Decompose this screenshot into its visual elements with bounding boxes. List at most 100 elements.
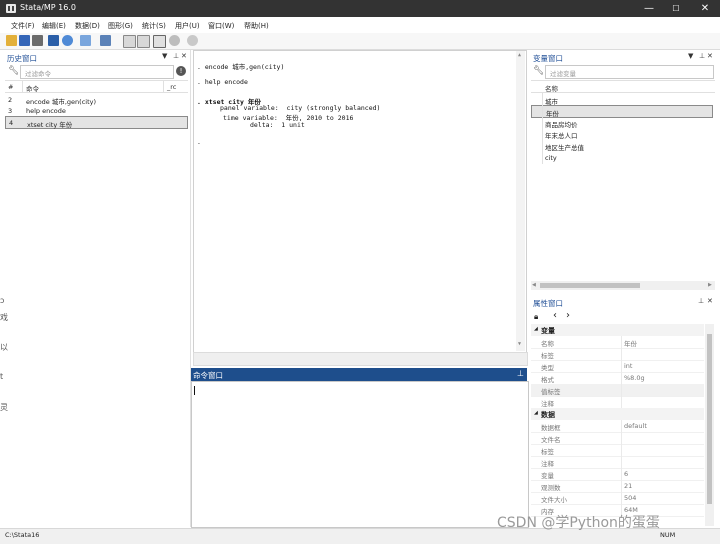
wrench-icon[interactable]: 🔧︎ [533, 66, 544, 76]
log-icon[interactable] [48, 35, 59, 46]
num-lock-indicator: NUM [660, 531, 676, 539]
history-title: 历史窗口 [7, 54, 37, 63]
background-fragment: 以 [0, 343, 8, 352]
background-fragment: 灵 [0, 403, 8, 412]
close-pane-icon[interactable]: ✕ [707, 52, 713, 60]
properties-pane-title-bar: 属性窗口 ⊥ ✕ [531, 296, 715, 308]
history-row-selected[interactable]: 4 xtset city 年份 [5, 116, 188, 129]
open-icon[interactable] [6, 35, 17, 46]
variables-hscrollbar[interactable]: ◀ ▶ [531, 281, 715, 290]
divider [163, 81, 164, 92]
more-icon[interactable] [169, 35, 180, 46]
scroll-down-icon[interactable]: ▼ [518, 341, 521, 347]
history-row-command: help encode [26, 107, 66, 115]
maximize-button[interactable]: ☐ [663, 0, 689, 17]
scroll-left-icon[interactable]: ◀ [532, 282, 536, 288]
lock-icon[interactable]: 🔒︎ [534, 312, 538, 322]
pin-icon[interactable]: ⊥ [173, 52, 179, 60]
command-input[interactable] [191, 381, 529, 528]
viewer-icon[interactable] [62, 35, 73, 46]
background-fragment: 戏 [0, 313, 8, 322]
close-pane-icon[interactable]: ✕ [707, 297, 713, 305]
wrench-icon[interactable]: 🔧︎ [8, 66, 19, 76]
close-pane-icon[interactable]: ✕ [181, 52, 187, 60]
break-icon[interactable] [187, 35, 198, 46]
variable-name: 年末总人口 [545, 132, 578, 140]
scroll-right-icon[interactable]: ▶ [708, 282, 712, 288]
divider [531, 80, 715, 81]
properties-section-data[interactable]: ◢ 数据 [531, 408, 704, 420]
result-line: panel variable: city (strongly balanced) [220, 104, 381, 112]
menu-user[interactable]: 用户(U) [175, 21, 200, 31]
variable-row[interactable]: 年末总人口 [531, 128, 713, 140]
history-pane-title-bar: 历史窗口 ▼ ⊥ ✕ [5, 51, 188, 63]
variables-manager-icon[interactable] [153, 35, 166, 48]
command-pane-title-bar: 命令窗口 ⊥ [191, 368, 527, 381]
result-line: . help encode [197, 78, 248, 86]
info-icon[interactable]: ! [176, 66, 186, 76]
results-hscrollbar[interactable] [193, 352, 528, 366]
menu-help[interactable]: 帮助(H) [244, 21, 269, 31]
result-line: . encode 城市,gen(city) [197, 63, 285, 71]
history-row-number: 4 [9, 119, 14, 127]
properties-section-variable[interactable]: ◢ 变量 [531, 324, 704, 336]
menu-window[interactable]: 窗口(W) [208, 21, 234, 31]
stata-app-icon [6, 4, 16, 13]
minimize-button[interactable]: — [636, 0, 662, 17]
history-row-command: xtset city 年份 [27, 121, 73, 129]
scroll-up-icon[interactable]: ▲ [518, 52, 521, 58]
history-col-rc[interactable]: _rc [167, 83, 176, 91]
menu-statistics[interactable]: 统计(S) [142, 21, 166, 31]
close-button[interactable]: ✕ [692, 0, 718, 17]
pin-icon[interactable]: ⊥ [699, 52, 705, 60]
properties-scrollbar[interactable] [705, 324, 714, 526]
filter-icon[interactable]: ▼ [688, 52, 693, 60]
history-row[interactable]: 3 help encode [5, 105, 188, 116]
print-icon[interactable] [32, 35, 43, 46]
history-col-number[interactable]: # [8, 83, 13, 91]
watermark: CSDN @学Python的蛋蛋 [497, 515, 660, 531]
history-filter-input[interactable]: 过滤命令 [20, 65, 174, 79]
variables-filter-input[interactable]: 过滤变量 [545, 65, 714, 79]
variables-pane-title-bar: 变量窗口 ▼ ⊥ ✕ [531, 51, 715, 63]
variable-row[interactable]: 商品房均价 [531, 117, 713, 129]
results-window[interactable]: . encode 城市,gen(city) . help encode . xt… [193, 50, 527, 353]
forward-arrow-icon[interactable]: › [566, 310, 570, 321]
data-browser-icon[interactable] [137, 35, 150, 48]
menu-edit[interactable]: 编辑(E) [42, 21, 66, 31]
variables-title: 变量窗口 [533, 54, 563, 63]
graph-icon[interactable] [80, 35, 91, 46]
pin-icon[interactable]: ⊥ [517, 369, 524, 378]
background-fragment: t [0, 372, 4, 381]
menu-file[interactable]: 文件(F) [11, 21, 35, 31]
menu-bar: 文件(F) 编辑(E) 数据(D) 图形(G) 统计(S) 用户(U) 窗口(W… [0, 17, 720, 34]
title-bar: Stata/MP 16.0 — ☐ ✕ [0, 0, 720, 17]
scroll-thumb[interactable] [540, 283, 640, 288]
history-row[interactable]: 2 encode 城市,gen(city) [5, 94, 188, 106]
window-title: Stata/MP 16.0 [20, 3, 76, 12]
divider [22, 81, 23, 92]
divider [5, 80, 188, 81]
variable-name: city [545, 154, 557, 162]
result-line: . [197, 138, 201, 146]
working-directory: C:\Stata16 [5, 531, 40, 539]
variable-name: 地区生产总值 [545, 144, 584, 152]
menu-data[interactable]: 数据(D) [75, 21, 100, 31]
back-arrow-icon[interactable]: ‹ [553, 310, 557, 321]
variable-row[interactable]: 城市 [531, 94, 713, 106]
data-editor-icon[interactable] [123, 35, 136, 48]
text-cursor [194, 386, 195, 395]
scroll-thumb[interactable] [707, 334, 712, 504]
pin-icon[interactable]: ⊥ [698, 297, 704, 305]
results-scrollbar[interactable]: ▲ ▼ [516, 51, 525, 351]
menu-graphics[interactable]: 图形(G) [108, 21, 133, 31]
properties-title: 属性窗口 [533, 299, 563, 308]
result-line: delta: 1 unit [250, 121, 305, 129]
toolbar [0, 33, 720, 50]
divider [531, 92, 715, 93]
variable-row[interactable]: city [531, 152, 713, 163]
save-icon[interactable] [19, 35, 30, 46]
variable-row[interactable]: 地区生产总值 [531, 140, 713, 152]
filter-icon[interactable]: ▼ [162, 52, 167, 60]
do-file-editor-icon[interactable] [100, 35, 111, 46]
